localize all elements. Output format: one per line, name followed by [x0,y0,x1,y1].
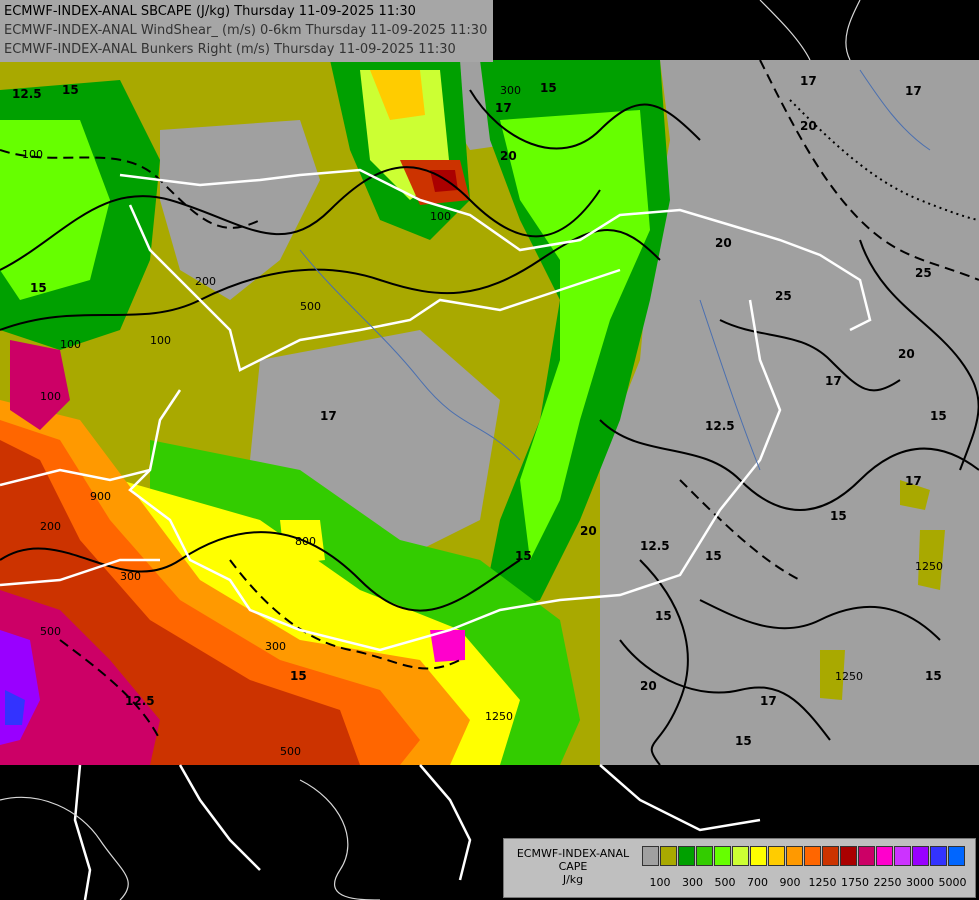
cape-label: 200 [195,275,216,288]
legend-swatches [642,846,966,866]
legend-tick-label: 3000 [906,876,934,889]
ws-label: 20 [640,679,657,693]
ws-label: 15 [830,509,847,523]
legend-tick-label: 5000 [938,876,967,889]
cape-label: 800 [295,535,316,548]
header-line-cape: ECMWF-INDEX-ANAL SBCAPE (J/kg) Thursday … [4,4,416,19]
cape-label: 500 [300,300,321,313]
legend-tick-label: 2250 [873,876,902,889]
cape-label: 500 [280,745,301,758]
legend-swatch [714,846,731,866]
cape-label: 1250 [915,560,943,573]
legend-swatch [876,846,893,866]
legend-swatch [678,846,695,866]
cape-label: 900 [90,490,111,503]
cape-label: 100 [60,338,81,351]
cape-label: 300 [265,640,286,653]
cape-label: 500 [40,625,61,638]
cape-label: 200 [40,520,61,533]
legend-tick-label: 700 [747,876,768,889]
legend-swatch [930,846,947,866]
ws-label: 15 [655,609,672,623]
cape-label: 1250 [485,710,513,723]
ws-label: 15 [925,669,942,683]
legend-tick-label: 100 [649,876,671,889]
ws-label: 20 [898,347,915,361]
legend-swatch [786,846,803,866]
ws-label: 15 [515,549,532,563]
ws-label: 17 [905,474,922,488]
cape-label: 1250 [835,670,863,683]
cape-legend: ECMWF-INDEX-ANAL CAPE J/kg 100 300 500 700 9… [503,838,976,898]
legend-swatch [894,846,911,866]
cape-label: 100 [40,390,61,403]
ws-label: 17 [800,74,817,88]
legend-swatch [696,846,713,866]
ws-label: 17 [495,101,512,115]
ws-label: 15 [930,409,947,423]
legend-swatch [858,846,875,866]
cape-label: 300 [120,570,141,583]
cape-label: 300 [500,84,521,97]
legend-title-line: J/kg [562,873,584,886]
ws-label: 12.5 [640,539,670,553]
legend-tick-label: 900 [779,876,801,889]
legend-swatch [660,846,677,866]
ws-label: 17 [320,409,337,423]
ws-label: 15 [735,734,752,748]
legend-title: ECMWF-INDEX-ANAL CAPE J/kg [508,847,638,886]
cape-label: 100 [430,210,451,223]
ws-label: 15 [540,81,557,95]
ws-label: 20 [500,149,517,163]
legend-swatch [840,846,857,866]
cape-label: 100 [150,334,171,347]
cape-label: 100 [22,148,43,161]
legend-title-line: ECMWF-INDEX-ANAL [516,847,630,860]
ws-label: 17 [760,694,777,708]
legend-title-line: CAPE [558,860,588,873]
ws-label: 15 [62,83,79,97]
legend-swatch [822,846,839,866]
ws-label: 20 [580,524,597,538]
legend-ticks: 100 300 500 700 900 1250 1750 2250 3000 5000 [642,876,972,890]
legend-swatch [768,846,785,866]
legend-tick-label: 1250 [808,876,837,889]
ws-label: 12.5 [12,87,42,101]
ws-label: 17 [905,84,922,98]
header-line-bunkers: ECMWF-INDEX-ANAL Bunkers Right (m/s) Thu… [4,42,456,57]
ws-label: 17 [825,374,842,388]
legend-swatch [750,846,767,866]
ws-label: 12.5 [705,419,735,433]
legend-swatch [912,846,929,866]
legend-tick-label: 1750 [841,876,869,889]
ws-label: 20 [715,236,732,250]
header-line-windshear: ECMWF-INDEX-ANAL WindShear_ (m/s) 0-6km … [4,23,488,38]
ws-label: 15 [290,669,307,683]
ws-label: 12.5 [125,694,155,708]
ws-label: 25 [775,289,792,303]
cape-fill-layer [0,60,979,765]
ws-label: 25 [915,266,932,280]
legend-swatch [732,846,749,866]
map-header: ECMWF-INDEX-ANAL SBCAPE (J/kg) Thursday … [0,0,494,62]
cape-map: 12.5 15 15 17 15 20 25 25 20 17 15 12.5 … [0,0,979,900]
legend-tick-label: 500 [714,876,736,889]
legend-swatch [642,846,659,866]
ws-label: 20 [800,119,817,133]
legend-tick-label: 300 [682,876,703,889]
legend-swatch [948,846,965,866]
ws-label: 15 [30,281,47,295]
legend-swatch [804,846,821,866]
ws-label: 15 [705,549,722,563]
